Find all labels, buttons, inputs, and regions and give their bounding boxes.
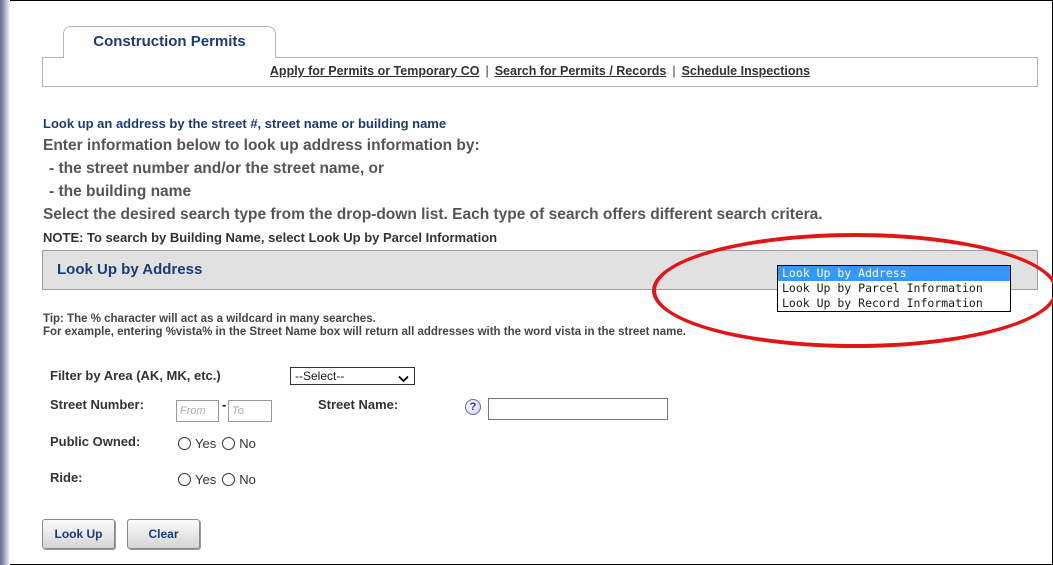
chevron-down-icon	[398, 371, 409, 387]
public-owned-no-radio[interactable]	[222, 437, 236, 450]
help-icon[interactable]: ?	[465, 399, 481, 415]
left-border-strip	[0, 0, 10, 565]
street-name-label: Street Name:	[318, 397, 399, 412]
public-owned-radio-group: Yes No	[178, 436, 262, 451]
street-number-label: Street Number:	[50, 397, 144, 412]
street-number-dash: -	[222, 397, 227, 412]
tip-text: Tip: The % character will act as a wildc…	[43, 313, 686, 339]
filter-area-label: Filter by Area (AK, MK, etc.)	[50, 368, 221, 383]
search-permits-link[interactable]: Search for Permits / Records	[495, 64, 667, 78]
option-lookup-record[interactable]: Look Up by Record Information	[778, 296, 1010, 311]
instructions-bullet-street: - the street number and/or the street na…	[49, 160, 385, 177]
street-number-from-input[interactable]	[176, 400, 219, 422]
option-lookup-parcel[interactable]: Look Up by Parcel Information	[778, 281, 1010, 296]
nav-bar: Apply for Permits or Temporary CO | Search…	[42, 57, 1038, 87]
ride-radio-group: Yes No	[178, 472, 262, 487]
look-up-button[interactable]: Look Up	[42, 519, 115, 549]
page-heading: Look up an address by the street #, stre…	[43, 116, 447, 131]
public-owned-yes-radio[interactable]	[178, 437, 191, 450]
apply-permits-link[interactable]: Apply for Permits or Temporary CO	[270, 64, 480, 78]
filter-area-select[interactable]: --Select--	[290, 367, 415, 385]
lookup-title: Look Up by Address	[57, 261, 203, 278]
nav-separator: |	[485, 64, 489, 78]
lookup-type-dropdown[interactable]: Look Up by Address Look Up by Parcel Inf…	[777, 265, 1011, 312]
filter-area-value: --Select--	[295, 369, 345, 383]
street-name-input[interactable]	[488, 398, 668, 420]
instructions-intro: Enter information below to look up addre…	[43, 137, 480, 154]
tip-line-1: Tip: The % character will act as a wildc…	[43, 313, 376, 325]
schedule-inspections-link[interactable]: Schedule Inspections	[682, 64, 811, 78]
instructions-select: Select the desired search type from the …	[43, 206, 823, 223]
ride-no-radio[interactable]	[222, 473, 236, 486]
instructions-bullet-building: - the building name	[49, 183, 192, 200]
note-text: NOTE: To search by Building Name, select…	[43, 230, 498, 245]
tip-line-2: For example, entering %vista% in the Str…	[43, 326, 686, 338]
radio-label-yes: Yes	[195, 472, 217, 487]
radio-label-no: No	[239, 472, 256, 487]
public-owned-label: Public Owned:	[50, 434, 141, 449]
nav-separator: |	[672, 64, 676, 78]
option-lookup-address[interactable]: Look Up by Address	[778, 266, 1010, 281]
nav-links: Apply for Permits or Temporary CO | Search…	[43, 64, 1037, 78]
ride-yes-radio[interactable]	[178, 473, 191, 486]
tab-construction-permits[interactable]: Construction Permits	[63, 26, 276, 58]
ride-label: Ride:	[50, 470, 83, 485]
radio-label-yes: Yes	[195, 436, 217, 451]
street-number-to-input[interactable]	[228, 400, 272, 422]
radio-label-no: No	[239, 436, 256, 451]
clear-button[interactable]: Clear	[127, 519, 200, 549]
